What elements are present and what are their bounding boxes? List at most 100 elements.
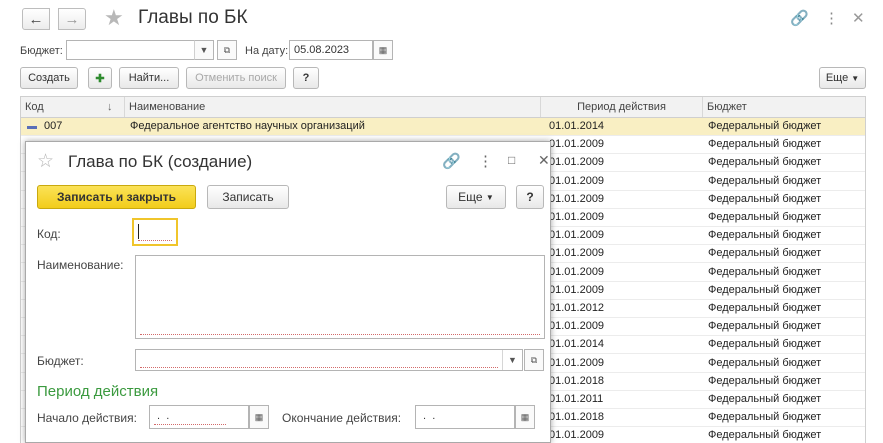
cell-period: 01.01.2009 (549, 247, 605, 260)
period-section-title: Период действия (37, 383, 159, 400)
cell-period: 01.01.2014 (549, 120, 605, 132)
cell-name: Федеральное агентство научных организаци… (130, 120, 365, 132)
save-button[interactable]: Записать (207, 185, 289, 209)
help-button[interactable]: ? (293, 67, 319, 89)
column-header-code[interactable]: Код ↓ (21, 97, 125, 117)
cell-period: 01.01.2009 (549, 429, 605, 442)
cell-period: 01.01.2012 (549, 302, 605, 314)
required-underline (140, 367, 498, 368)
close-icon[interactable]: ✕ (538, 152, 550, 169)
cell-budget: Федеральный бюджет (708, 211, 822, 223)
calendar-icon: ▦ (378, 44, 388, 55)
more-label: Еще (825, 72, 849, 84)
back-button[interactable]: ← (22, 8, 50, 30)
link-icon[interactable]: 🔗 (790, 9, 809, 27)
cell-period: 01.01.2009 (549, 356, 605, 369)
column-header-period[interactable]: Период действия (541, 97, 703, 117)
cell-budget: Федеральный бюджет (708, 302, 822, 314)
dialog-help-button[interactable]: ? (516, 185, 544, 209)
start-date-value: . . (154, 410, 170, 422)
favorite-star-icon[interactable]: ☆ (37, 150, 54, 173)
more-vertical-icon[interactable]: ⋮ (824, 9, 839, 27)
create-copy-button[interactable]: ✚ (88, 67, 112, 89)
maximize-icon[interactable]: □ (508, 153, 515, 167)
cell-budget: Федеральный бюджет (708, 411, 822, 424)
budget-dropdown-button[interactable]: ▼ (502, 350, 522, 370)
chevron-down-icon: ▼ (485, 192, 494, 202)
item-marker-icon: ▬ (27, 121, 37, 132)
start-date-calendar-button[interactable]: ▦ (249, 405, 269, 429)
cell-budget: Федеральный бюджет (708, 429, 822, 442)
cell-budget: Федеральный бюджет (708, 338, 822, 351)
code-input[interactable] (132, 218, 178, 246)
cell-period: 01.01.2009 (549, 174, 605, 187)
arrow-right-icon: → (64, 10, 80, 28)
forward-button[interactable]: → (58, 8, 86, 30)
code-label: Код: (37, 227, 61, 241)
column-header-budget[interactable]: Бюджет (703, 97, 865, 117)
add-copy-icon: ✚ (95, 72, 105, 85)
end-date-input[interactable]: . . (415, 405, 515, 429)
cell-period: 01.01.2018 (549, 411, 605, 424)
budget-dropdown-button[interactable]: ▼ (194, 40, 214, 60)
cell-period: 01.01.2009 (549, 229, 605, 242)
more-button[interactable]: Еще ▼ (819, 67, 866, 89)
name-label: Наименование: (37, 258, 124, 272)
budget-label: Бюджет: (37, 354, 84, 368)
cell-budget: Федеральный бюджет (708, 283, 822, 296)
link-icon[interactable]: 🔗 (442, 152, 461, 170)
date-filter-label: На дату: (245, 45, 289, 57)
cell-period: 01.01.2014 (549, 338, 605, 351)
page-title: Главы по БК (138, 7, 248, 28)
cell-budget: Федеральный бюджет (708, 374, 822, 387)
dialog-more-button[interactable]: Еще ▼ (446, 185, 506, 209)
cell-period: 01.01.2009 (549, 156, 605, 169)
more-vertical-icon[interactable]: ⋮ (478, 152, 493, 170)
cancel-search-button[interactable]: Отменить поиск (186, 67, 286, 89)
cell-budget: Федеральный бюджет (708, 265, 822, 278)
cell-period: 01.01.2009 (549, 283, 605, 296)
budget-open-button[interactable]: ⧉ (524, 349, 544, 371)
cell-period: 01.01.2011 (549, 393, 604, 405)
cell-budget: Федеральный бюджет (708, 120, 822, 132)
budget-filter-input[interactable] (66, 40, 213, 60)
budget-input[interactable] (135, 349, 523, 371)
calendar-button[interactable]: ▦ (373, 40, 393, 60)
cell-period: 01.01.2009 (549, 265, 605, 278)
calendar-icon: ▦ (254, 411, 264, 422)
required-underline (138, 240, 172, 241)
favorite-star-icon[interactable]: ★ (104, 5, 124, 31)
cell-budget: Федеральный бюджет (708, 192, 822, 205)
cell-budget: Федеральный бюджет (708, 174, 822, 187)
required-underline (154, 424, 226, 425)
chevron-down-icon: ▼ (851, 73, 860, 83)
open-window-icon: ⧉ (223, 44, 231, 55)
name-textarea[interactable] (135, 255, 545, 339)
cell-budget: Федеральный бюджет (708, 247, 822, 260)
create-button[interactable]: Создать (20, 67, 78, 89)
cell-period: 01.01.2009 (549, 211, 605, 223)
cell-period: 01.01.2009 (549, 192, 605, 205)
start-date-input[interactable]: . . (149, 405, 249, 429)
calendar-icon: ▦ (520, 411, 530, 422)
cell-budget: Федеральный бюджет (708, 356, 822, 369)
cell-code: 007 (44, 120, 63, 132)
table-header: Код ↓ Наименование Период действия Бюджет (21, 97, 865, 118)
required-underline (140, 334, 540, 335)
start-date-label: Начало действия: (37, 411, 137, 425)
find-button[interactable]: Найти... (119, 67, 179, 89)
table-row[interactable]: ▬ 007 Федеральное агентство научных органи… (21, 118, 865, 136)
date-filter-input[interactable]: 05.08.2023 (289, 40, 373, 60)
save-and-close-button[interactable]: Записать и закрыть (37, 185, 196, 209)
open-window-icon: ⧉ (530, 354, 538, 365)
text-cursor (138, 224, 139, 239)
budget-open-button[interactable]: ⧉ (217, 40, 237, 60)
end-date-value: . . (420, 410, 436, 422)
column-header-name[interactable]: Наименование (125, 97, 541, 117)
cell-period: 01.01.2009 (549, 320, 605, 333)
end-date-calendar-button[interactable]: ▦ (515, 405, 535, 429)
column-header-code-label: Код (25, 101, 44, 113)
cell-budget: Федеральный бюджет (708, 393, 822, 405)
cell-budget: Федеральный бюджет (708, 320, 822, 333)
close-icon[interactable]: ✕ (852, 9, 865, 27)
